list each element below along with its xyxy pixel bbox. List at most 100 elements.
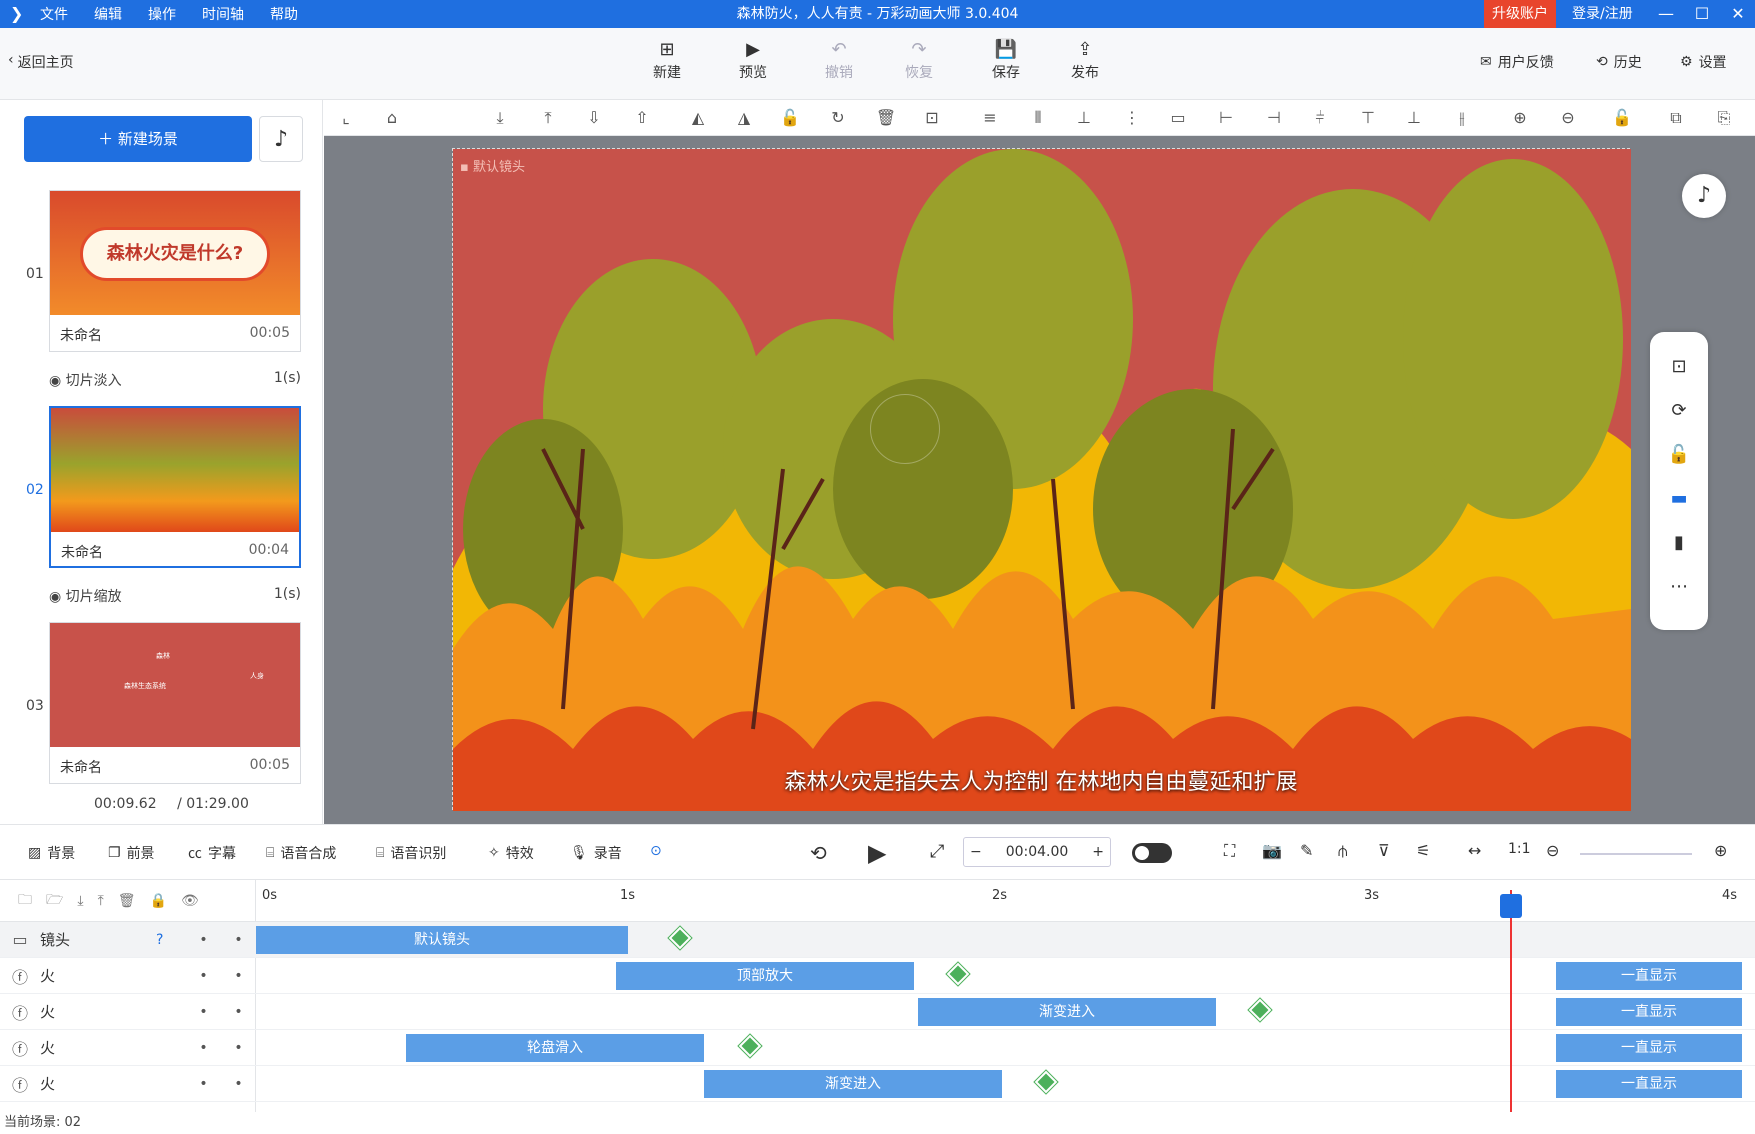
more-icon[interactable]: ⋯ bbox=[1667, 576, 1691, 597]
keyframe-add-icon[interactable] bbox=[1034, 1070, 1058, 1094]
zoom-slider[interactable] bbox=[1580, 853, 1692, 855]
track-lane[interactable]: 轮盘滑入 一直显示 bbox=[256, 1030, 1755, 1066]
timeline-clip[interactable]: 一直显示 bbox=[1556, 1070, 1742, 1098]
history-button[interactable]: ⟲ 历史 bbox=[1596, 52, 1642, 72]
delete-icon[interactable]: 🗑 bbox=[874, 108, 898, 127]
track-lane[interactable]: 顶部放大 一直显示 bbox=[256, 958, 1755, 994]
zoom-out-icon[interactable]: ⊖ bbox=[1556, 108, 1580, 127]
fit-width-icon[interactable]: ↔ bbox=[1468, 841, 1481, 860]
flip-v-icon[interactable]: ◮ bbox=[732, 108, 756, 127]
asr-button[interactable]: ⌸ 语音识别 bbox=[376, 843, 446, 863]
feedback-button[interactable]: ✉ 用户反馈 bbox=[1480, 52, 1554, 72]
align-base-icon[interactable]: ⊥ bbox=[1402, 108, 1426, 127]
track-row[interactable]: ⓕ 火 • • bbox=[0, 1030, 256, 1066]
record-button[interactable]: 🎙 录音 bbox=[570, 843, 622, 863]
time-stepper[interactable]: − 00:04.00 + bbox=[963, 837, 1111, 867]
music-note-icon[interactable]: ♪ bbox=[259, 116, 303, 162]
upgrade-button[interactable]: 升级账户 bbox=[1484, 0, 1556, 28]
unlock-icon[interactable]: 🔓 bbox=[1610, 108, 1634, 127]
edit-icon[interactable]: ✎ bbox=[1300, 841, 1313, 860]
track-dots[interactable]: • • bbox=[186, 1076, 256, 1092]
align-hcenter-icon[interactable]: ⫲ bbox=[1450, 108, 1474, 128]
stage-frame[interactable] bbox=[452, 148, 1631, 811]
timeline-clip[interactable]: 轮盘滑入 bbox=[406, 1034, 704, 1062]
save-button[interactable]: 💾 保存 bbox=[976, 38, 1036, 82]
track-row-camera[interactable]: ▭ 镜头 ? • • bbox=[0, 922, 256, 958]
home-icon[interactable]: ⌂ bbox=[380, 108, 404, 127]
scene-card-01[interactable]: 森林火灾是什么? 未命名 00:05 bbox=[49, 190, 301, 352]
music-fab-icon[interactable]: ♪ bbox=[1682, 174, 1726, 218]
timeline-clip[interactable]: 渐变进入 bbox=[704, 1070, 1002, 1098]
replay-icon[interactable]: ⟲ bbox=[810, 841, 827, 865]
plus-icon[interactable]: + bbox=[1092, 844, 1104, 860]
timeline-clip[interactable]: 顶部放大 bbox=[616, 962, 914, 990]
fullscreen-icon[interactable]: ⤢ bbox=[930, 841, 944, 862]
zoom-in-icon[interactable]: ⊕ bbox=[1508, 108, 1532, 127]
transition-item[interactable]: ◉ 切片缩放 1(s) bbox=[49, 586, 301, 606]
align-top-icon[interactable]: ⊤ bbox=[1356, 108, 1380, 127]
more-tools-icon[interactable]: ⊙ bbox=[650, 843, 662, 859]
close-icon[interactable]: ✕ bbox=[1720, 0, 1755, 28]
foreground-button[interactable]: ❐ 前景 bbox=[108, 843, 155, 863]
align-bottom-icon[interactable]: ⊥ bbox=[1072, 108, 1096, 127]
new-button[interactable]: ⊞ 新建 bbox=[637, 38, 697, 82]
track-lane[interactable]: 默认镜头 bbox=[256, 922, 1755, 958]
move-top-icon[interactable]: ⤒ bbox=[536, 108, 560, 128]
timeline-clip[interactable]: 渐变进入 bbox=[918, 998, 1216, 1026]
minimize-icon[interactable]: — bbox=[1648, 0, 1684, 28]
move-up-track-icon[interactable]: ⤒ bbox=[98, 893, 104, 909]
distribute-h-icon[interactable]: ⦀ bbox=[1026, 108, 1050, 128]
folder-icon[interactable]: 🗁 bbox=[46, 889, 63, 913]
effects-button[interactable]: ✧ 特效 bbox=[488, 843, 534, 863]
scene-card-03[interactable]: 森林 人身 森林生态系统 未命名 00:05 bbox=[49, 622, 301, 784]
track-dots[interactable]: • • bbox=[186, 1040, 256, 1056]
settings-button[interactable]: ⚙ 设置 bbox=[1680, 52, 1727, 72]
snapshot-icon[interactable]: 📷 bbox=[1262, 841, 1282, 860]
transition-item[interactable]: ◉ 切片淡入 1(s) bbox=[49, 370, 301, 390]
publish-button[interactable]: ⇪ 发布 bbox=[1055, 38, 1115, 82]
filter-icon[interactable]: ⊽ bbox=[1378, 841, 1390, 860]
tts-button[interactable]: ⌸ 语音合成 bbox=[266, 843, 336, 863]
move-down-icon[interactable]: ⇩ bbox=[582, 108, 606, 127]
timeline-clip[interactable]: 一直显示 bbox=[1556, 962, 1742, 990]
undo-button[interactable]: ↶ 撤销 bbox=[809, 38, 869, 82]
paste-icon[interactable]: ⎘ bbox=[1712, 108, 1736, 128]
lock-track-icon[interactable]: 🔒 bbox=[150, 893, 167, 909]
fit-screen-icon[interactable]: ⊡ bbox=[1667, 356, 1691, 377]
copy-icon[interactable]: ⧉ bbox=[1664, 108, 1688, 128]
rotate-icon[interactable]: ↻ bbox=[826, 108, 850, 127]
keyframe-add-icon[interactable] bbox=[946, 962, 970, 986]
timeline-clip[interactable]: 一直显示 bbox=[1556, 1034, 1742, 1062]
lock-icon[interactable]: 🔓 bbox=[778, 108, 802, 127]
timeline-area[interactable]: 0s 1s 2s 3s 4s 默认镜头 顶部放大 一直显示 渐变进入 一直显示 … bbox=[256, 880, 1755, 1112]
lock-canvas-icon[interactable]: 🔓 bbox=[1667, 444, 1691, 465]
time-value[interactable]: 00:04.00 bbox=[1006, 844, 1069, 860]
split-icon[interactable]: ⫛ bbox=[1338, 841, 1348, 861]
keyframe-add-icon[interactable] bbox=[668, 926, 692, 950]
maximize-icon[interactable]: ☐ bbox=[1684, 0, 1720, 28]
track-dots[interactable]: • • bbox=[186, 932, 256, 948]
adjust-icon[interactable]: ⚟ bbox=[1416, 841, 1430, 860]
zoom-in-timeline-icon[interactable]: ⊕ bbox=[1714, 841, 1727, 860]
portrait-icon[interactable]: ▮ bbox=[1667, 532, 1691, 553]
track-lane[interactable]: 渐变进入 一直显示 bbox=[256, 994, 1755, 1030]
track-row[interactable]: ⓕ 火 • • bbox=[0, 1066, 256, 1102]
distribute-v-icon[interactable]: ⋮ bbox=[1120, 108, 1144, 127]
toggle-switch[interactable] bbox=[1132, 843, 1172, 863]
back-home-button[interactable]: ‹ 返回主页 bbox=[8, 52, 74, 72]
caption-button[interactable]: ㏄字幕 bbox=[188, 843, 236, 863]
move-down-track-icon[interactable]: ⤓ bbox=[77, 893, 83, 909]
track-row[interactable]: ⓕ 火 • • bbox=[0, 994, 256, 1030]
login-button[interactable]: 登录/注册 bbox=[1572, 0, 1633, 28]
keyframe-add-icon[interactable] bbox=[1248, 998, 1272, 1022]
redo-button[interactable]: ↷ 恢复 bbox=[889, 38, 949, 82]
align-right-icon[interactable]: ⊣ bbox=[1262, 108, 1286, 127]
track-lane[interactable]: 渐变进入 一直显示 bbox=[256, 1066, 1755, 1102]
landscape-icon[interactable]: ▬ bbox=[1667, 488, 1691, 509]
help-icon[interactable]: ? bbox=[156, 932, 186, 948]
track-dots[interactable]: • • bbox=[186, 968, 256, 984]
track-row[interactable]: ⓕ 火 • • bbox=[0, 958, 256, 994]
playhead-handle[interactable] bbox=[1500, 894, 1522, 918]
eye-icon[interactable]: 👁 bbox=[181, 893, 199, 909]
zoom-out-timeline-icon[interactable]: ⊖ bbox=[1546, 841, 1559, 860]
